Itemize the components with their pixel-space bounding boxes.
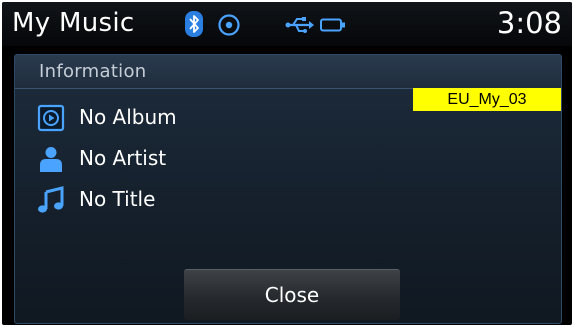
bluetooth-icon [185,11,203,41]
information-panel: Information EU_My_03 No Album No Artist … [14,54,562,324]
clock: 3:08 [496,6,562,40]
screen-id-tag: EU_My_03 [413,88,561,111]
artist-icon [37,145,65,173]
disc-icon [217,13,241,41]
battery-icon [320,17,346,36]
usb-icon [285,16,315,38]
title-label: No Title [79,187,156,211]
head-unit-screen: My Music 3:08 Information EU_My_03 No Al… [2,2,572,325]
artist-label: No Artist [79,146,167,170]
album-icon [37,104,65,132]
panel-header: Information [15,55,561,89]
album-label: No Album [79,105,177,129]
app-title: My Music [12,8,135,38]
status-bar: My Music 3:08 [2,2,572,46]
panel-title: Information [39,61,147,82]
close-button[interactable]: Close [184,269,400,320]
music-note-icon [37,186,65,214]
